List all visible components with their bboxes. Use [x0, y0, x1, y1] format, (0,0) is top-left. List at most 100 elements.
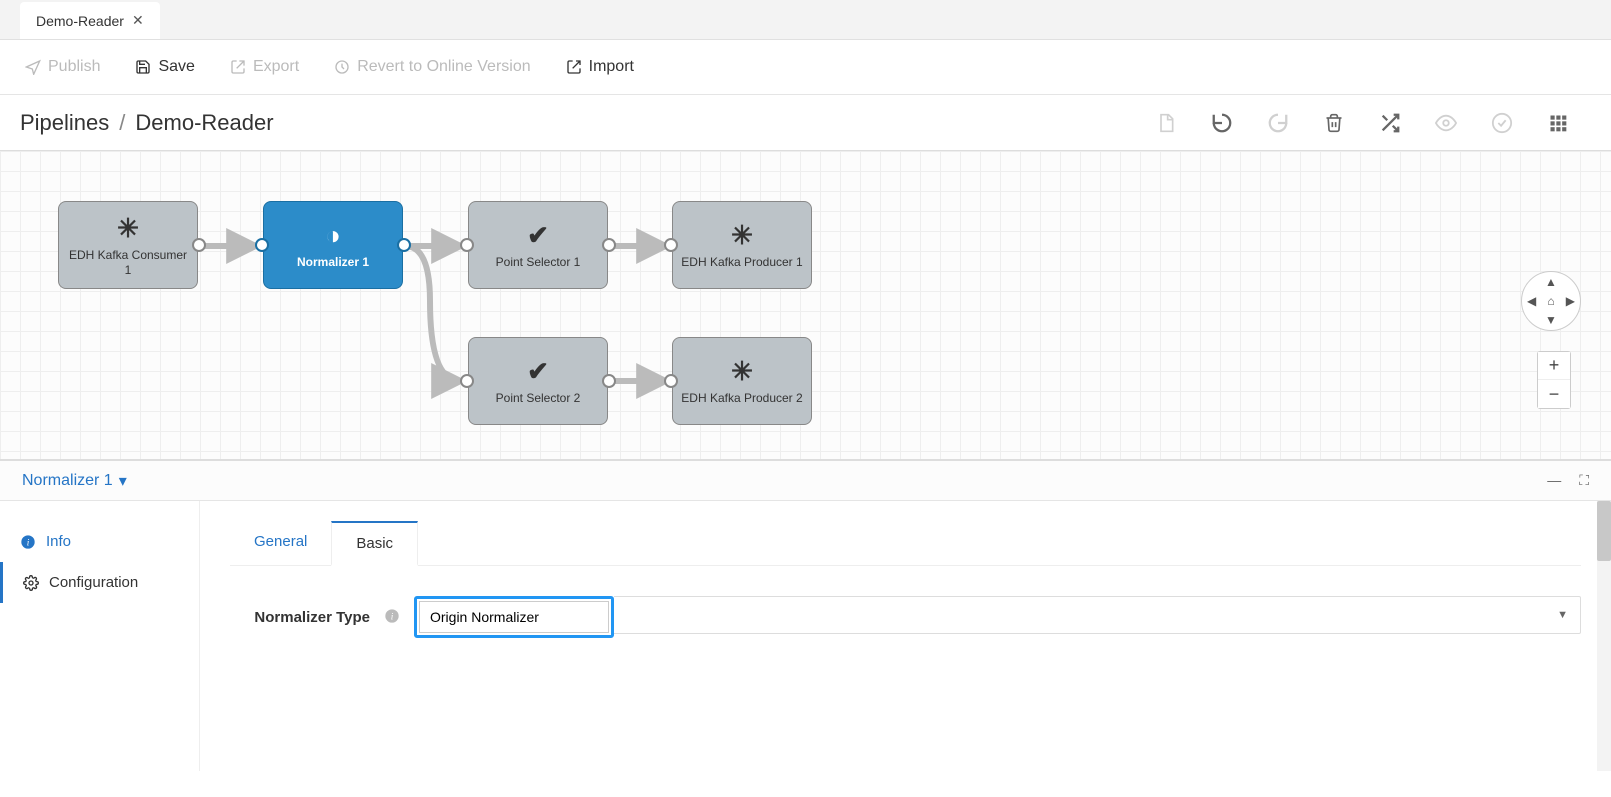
port-in[interactable]: [664, 238, 678, 252]
highlight-box: [414, 596, 614, 638]
toolbar: Publish Save Export Revert to Online Ver…: [0, 40, 1611, 95]
node-normalizer-1[interactable]: ◑ Normalizer 1: [263, 201, 403, 289]
redo-icon: [1265, 110, 1291, 136]
selector-icon: ✔: [527, 220, 549, 251]
publish-label: Publish: [48, 58, 100, 76]
sidenav-info-label: Info: [46, 533, 71, 550]
zoom-out-button[interactable]: −: [1538, 380, 1570, 408]
port-out[interactable]: [397, 238, 411, 252]
select-track[interactable]: ▼: [614, 596, 1581, 634]
port-in[interactable]: [255, 238, 269, 252]
sidenav-config-label: Configuration: [49, 574, 138, 591]
kafka-icon: ✳: [117, 213, 139, 244]
port-out[interactable]: [602, 374, 616, 388]
sidenav-info[interactable]: i Info: [0, 521, 199, 562]
port-in[interactable]: [664, 374, 678, 388]
save-button[interactable]: Save: [135, 58, 194, 76]
scrollbar[interactable]: [1597, 501, 1611, 771]
chevron-down-icon: ▾: [119, 471, 127, 491]
breadcrumb-bar: Pipelines / Demo-Reader: [0, 95, 1611, 150]
node-kafka-producer-2[interactable]: ✳ EDH Kafka Producer 2: [672, 337, 812, 425]
zoom-control: + −: [1537, 351, 1571, 409]
port-in[interactable]: [460, 238, 474, 252]
port-in[interactable]: [460, 374, 474, 388]
pan-right-icon[interactable]: ▶: [1566, 294, 1575, 308]
minimize-icon[interactable]: —: [1547, 472, 1561, 489]
form-row-normalizer-type: Normalizer Type i ▼: [230, 596, 1581, 638]
properties-body: i Info Configuration General Basic Norma…: [0, 501, 1611, 771]
port-out[interactable]: [192, 238, 206, 252]
node-label: Point Selector 1: [496, 255, 581, 269]
node-label: EDH Kafka Producer 2: [681, 391, 802, 405]
zoom-in-button[interactable]: +: [1538, 352, 1570, 380]
breadcrumb-root[interactable]: Pipelines: [20, 110, 109, 136]
kafka-icon: ✳: [731, 220, 753, 251]
save-label: Save: [158, 58, 194, 76]
svg-text:i: i: [27, 538, 30, 548]
tab-bar: Demo-Reader ✕: [0, 0, 1611, 40]
pipeline-canvas[interactable]: ✳ EDH Kafka Consumer 1 ◑ Normalizer 1 ✔ …: [0, 150, 1611, 460]
publish-icon: [25, 59, 41, 75]
tab-demo-reader[interactable]: Demo-Reader ✕: [20, 2, 160, 39]
import-button[interactable]: Import: [566, 58, 634, 76]
pan-down-icon[interactable]: ▼: [1545, 313, 1557, 327]
export-button: Export: [230, 58, 299, 76]
info-icon: i: [20, 534, 36, 550]
kafka-icon: ✳: [731, 356, 753, 387]
export-label: Export: [253, 58, 299, 76]
selector-icon: ✔: [527, 356, 549, 387]
revert-label: Revert to Online Version: [357, 58, 530, 76]
tab-close-icon[interactable]: ✕: [132, 12, 144, 29]
import-icon: [566, 59, 582, 75]
import-label: Import: [589, 58, 634, 76]
node-point-selector-1[interactable]: ✔ Point Selector 1: [468, 201, 608, 289]
pan-up-icon[interactable]: ▲: [1545, 275, 1557, 289]
icon-toolbar: [1153, 110, 1591, 136]
scrollbar-thumb[interactable]: [1597, 501, 1611, 561]
tab-general[interactable]: General: [230, 521, 331, 565]
node-kafka-producer-1[interactable]: ✳ EDH Kafka Producer 1: [672, 201, 812, 289]
properties-main: General Basic Normalizer Type i ▼: [200, 501, 1611, 771]
breadcrumb-current: Demo-Reader: [135, 110, 273, 136]
eye-icon: [1433, 110, 1459, 136]
breadcrumb-sep: /: [119, 110, 125, 136]
breadcrumb: Pipelines / Demo-Reader: [20, 110, 274, 136]
node-kafka-consumer-1[interactable]: ✳ EDH Kafka Consumer 1: [58, 201, 198, 289]
node-label: EDH Kafka Consumer 1: [65, 248, 191, 277]
normalizer-type-label: Normalizer Type: [230, 609, 370, 626]
expand-icon[interactable]: ⛶: [1579, 472, 1589, 489]
properties-title: Normalizer 1: [22, 472, 113, 490]
grid-icon[interactable]: [1545, 110, 1571, 136]
pan-home-icon[interactable]: ⌂: [1547, 294, 1554, 308]
sidenav-config[interactable]: Configuration: [0, 562, 199, 603]
document-icon: [1153, 110, 1179, 136]
check-circle-icon: [1489, 110, 1515, 136]
revert-button: Revert to Online Version: [334, 58, 530, 76]
node-point-selector-2[interactable]: ✔ Point Selector 2: [468, 337, 608, 425]
properties-header: Normalizer 1 ▾ — ⛶: [0, 461, 1611, 501]
normalizer-type-select[interactable]: [419, 601, 609, 633]
chevron-down-icon: ▼: [1557, 609, 1568, 621]
undo-icon[interactable]: [1209, 110, 1235, 136]
pan-control[interactable]: ▲ ◀ ⌂ ▶ ▼: [1521, 271, 1581, 331]
info-hint-icon[interactable]: i: [384, 608, 400, 627]
trash-icon[interactable]: [1321, 110, 1347, 136]
export-icon: [230, 59, 246, 75]
shuffle-icon[interactable]: [1377, 110, 1403, 136]
properties-title-dropdown[interactable]: Normalizer 1 ▾: [22, 471, 127, 491]
tab-basic[interactable]: Basic: [331, 521, 418, 566]
save-icon: [135, 59, 151, 75]
properties-tabs: General Basic: [230, 521, 1581, 566]
revert-icon: [334, 59, 350, 75]
svg-text:i: i: [391, 612, 394, 622]
pan-left-icon[interactable]: ◀: [1527, 294, 1536, 308]
port-out[interactable]: [602, 238, 616, 252]
publish-button: Publish: [25, 58, 100, 76]
node-label: EDH Kafka Producer 1: [681, 255, 802, 269]
normalizer-icon: ◑: [325, 220, 341, 251]
properties-sidenav: i Info Configuration: [0, 501, 200, 771]
gear-icon: [23, 575, 39, 591]
node-label: Point Selector 2: [496, 391, 581, 405]
node-label: Normalizer 1: [297, 255, 369, 269]
properties-panel: Normalizer 1 ▾ — ⛶ i Info Configuration …: [0, 460, 1611, 771]
